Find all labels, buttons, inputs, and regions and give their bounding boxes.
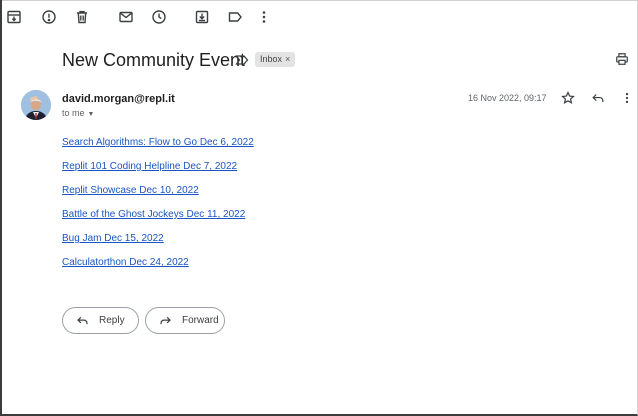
recipient-details-icon[interactable]: ▼ [88, 111, 95, 118]
toolbar [2, 0, 637, 34]
event-link[interactable]: Calculatorthon Dec 24, 2022 [62, 256, 254, 280]
reply-button[interactable]: Reply [62, 307, 139, 334]
important-label-icon[interactable] [235, 54, 249, 66]
subject-row: New Community Event Inbox × [62, 48, 629, 72]
email-body: Search Algorithms: Flow to Go Dec 6, 202… [62, 136, 254, 280]
email-date: 16 Nov 2022, 09:17 [468, 93, 547, 103]
star-icon[interactable] [561, 91, 575, 105]
recipient-text: to me [62, 108, 85, 118]
print-icon[interactable] [615, 52, 629, 66]
mark-unread-icon [119, 11, 133, 23]
snooze-button[interactable] [150, 8, 168, 26]
more-vert-icon [262, 11, 266, 23]
recipient-line: to me ▼ [62, 108, 94, 118]
email-view: New Community Event Inbox × david.morgan@… [0, 0, 638, 416]
forward-button[interactable]: Forward [145, 307, 225, 334]
inbox-label-chip: Inbox × [255, 52, 296, 67]
move-to-icon [195, 10, 209, 24]
reply-icon[interactable] [591, 91, 605, 105]
labels-button[interactable] [226, 8, 244, 26]
archive-button[interactable] [5, 8, 23, 26]
delete-button[interactable] [73, 8, 91, 26]
sender-avatar[interactable] [21, 90, 51, 120]
snooze-icon [152, 10, 166, 24]
event-link[interactable]: Bug Jam Dec 15, 2022 [62, 232, 254, 256]
sender-email[interactable]: david.morgan@repl.it [62, 93, 175, 105]
event-link[interactable]: Replit Showcase Dec 10, 2022 [62, 184, 254, 208]
label-icon [228, 12, 242, 22]
inbox-label-text: Inbox [260, 54, 283, 64]
reply-icon [77, 316, 88, 325]
event-link[interactable]: Replit 101 Coding Helpline Dec 7, 2022 [62, 160, 254, 184]
archive-icon [7, 10, 21, 24]
email-subject: New Community Event [62, 50, 246, 70]
more-options-button[interactable] [255, 8, 273, 26]
event-link[interactable]: Search Algorithms: Flow to Go Dec 6, 202… [62, 136, 254, 160]
report-spam-button[interactable] [40, 8, 58, 26]
report-spam-icon [42, 10, 56, 24]
mark-unread-button[interactable] [117, 8, 135, 26]
delete-icon [77, 10, 87, 24]
move-to-button[interactable] [193, 8, 211, 26]
reply-label: Reply [99, 315, 125, 326]
remove-label-icon[interactable]: × [285, 54, 290, 64]
more-vert-icon[interactable] [620, 91, 634, 105]
forward-label: Forward [182, 315, 219, 326]
forward-icon [160, 316, 171, 325]
event-link[interactable]: Battle of the Ghost Jockeys Dec 11, 2022 [62, 208, 254, 232]
